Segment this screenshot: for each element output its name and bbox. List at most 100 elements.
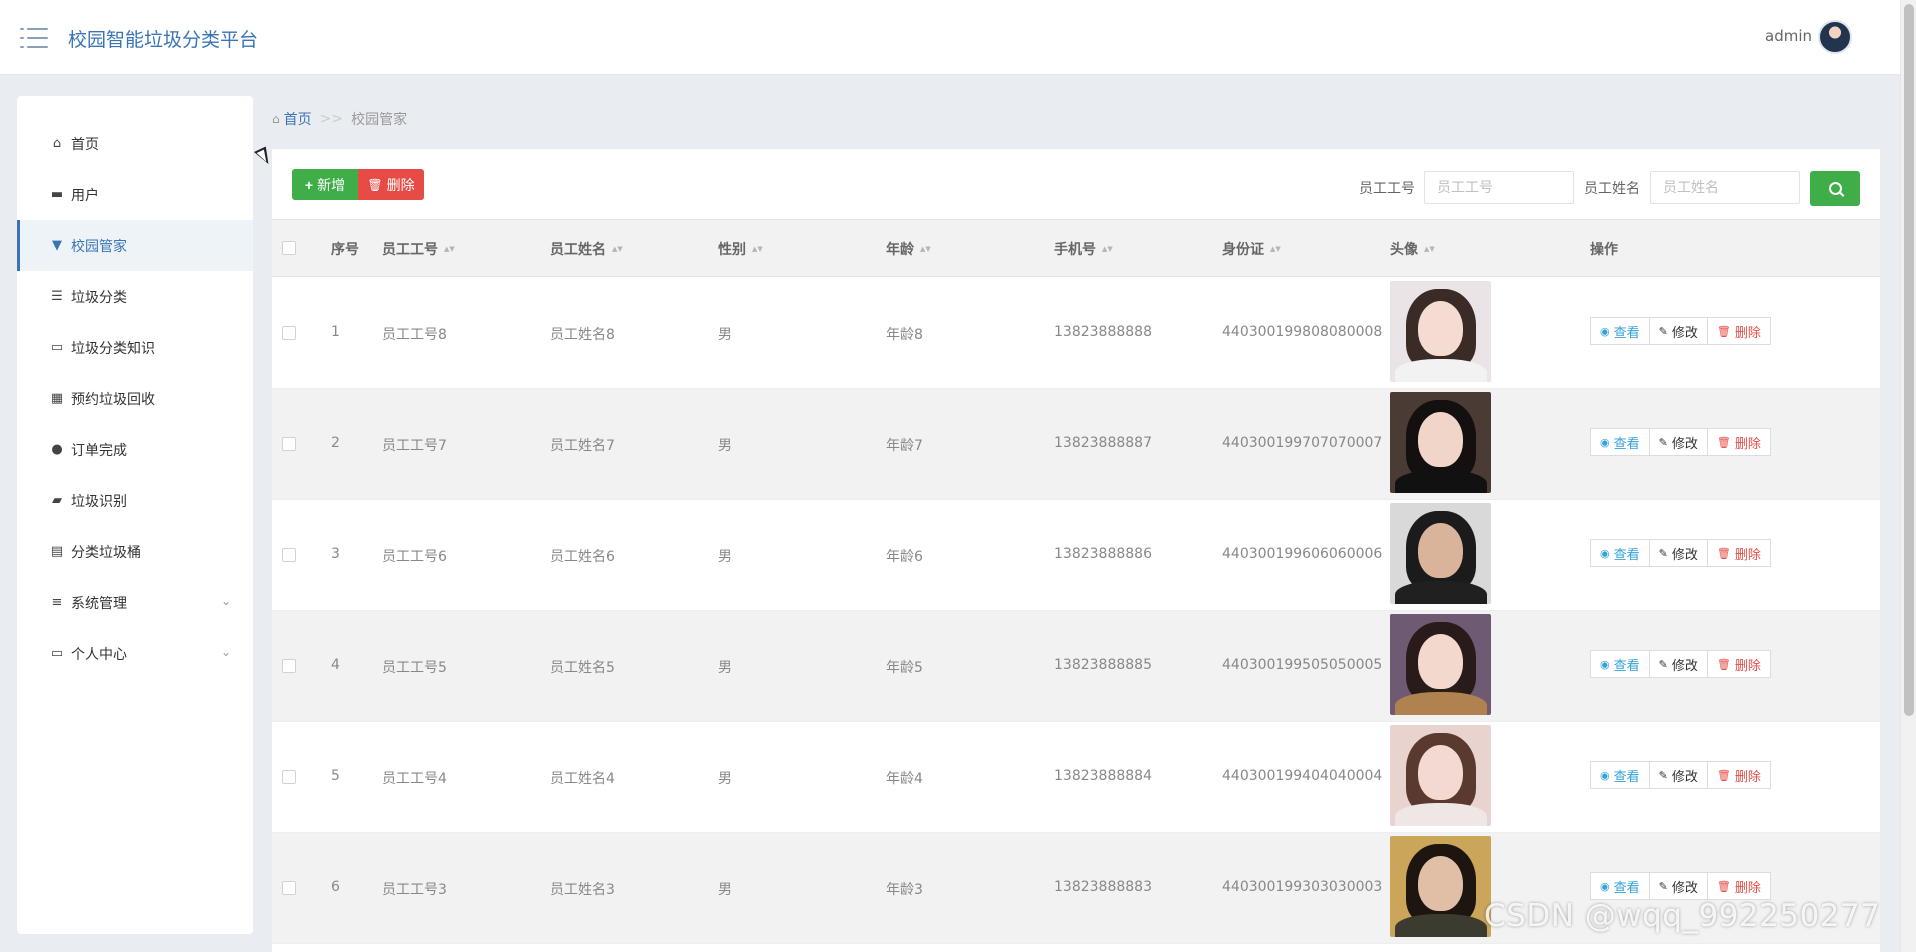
view-button[interactable]: ◉ 查看 xyxy=(1590,317,1650,345)
sidebar-item-2[interactable]: ▼ 校园管家 xyxy=(17,220,253,271)
sidebar-item-3[interactable]: ☰ 垃圾分类 xyxy=(17,271,253,322)
edit-button[interactable]: ✎ 修改 xyxy=(1648,761,1708,789)
filter-id-input[interactable] xyxy=(1424,171,1574,204)
delete-button[interactable]: 🗑 删除 xyxy=(1706,317,1771,345)
batch-delete-button[interactable]: 🗑 删除 xyxy=(358,169,424,200)
search-icon xyxy=(1828,182,1842,195)
sort-icon[interactable]: ▲▼ xyxy=(920,245,931,253)
page-scrollbar[interactable] xyxy=(1900,0,1916,952)
delete-button[interactable]: 🗑 删除 xyxy=(1706,539,1771,567)
row-checkbox[interactable] xyxy=(282,770,296,784)
sort-icon[interactable]: ▲▼ xyxy=(1424,245,1435,253)
cell-name: 员工姓名8 xyxy=(550,327,615,343)
cell-gender: 男 xyxy=(718,882,732,898)
column-emp-id[interactable]: 员工工号 ▲▼ xyxy=(382,239,455,259)
avatar-photo[interactable] xyxy=(1390,725,1491,826)
view-button[interactable]: ◉ 查看 xyxy=(1590,872,1650,900)
row-checkbox[interactable] xyxy=(282,548,296,562)
sidebar-item-9[interactable]: ≡ 系统管理 ⌄ xyxy=(17,577,253,628)
table-row[interactable]: 1 员工工号8 员工姓名8 男 年龄8 13823888888 44030019980808… xyxy=(272,278,1880,389)
column-photo[interactable]: 头像 ▲▼ xyxy=(1390,239,1435,259)
delete-button[interactable]: 🗑 删除 xyxy=(1706,650,1771,678)
table-row[interactable]: 4 员工工号5 员工姓名5 男 年龄5 13823888885 44030019950505… xyxy=(272,611,1880,722)
delete-button-label: 删除 xyxy=(386,176,415,193)
view-button[interactable]: ◉ 查看 xyxy=(1590,539,1650,567)
sort-icon[interactable]: ▲▼ xyxy=(752,245,763,253)
column-phone[interactable]: 手机号 ▲▼ xyxy=(1054,239,1113,259)
row-checkbox[interactable] xyxy=(282,437,296,451)
row-checkbox[interactable] xyxy=(282,326,296,340)
column-name[interactable]: 员工姓名 ▲▼ xyxy=(550,239,623,259)
sort-icon[interactable]: ▲▼ xyxy=(444,245,455,253)
avatar-photo[interactable] xyxy=(1390,281,1491,382)
scrollbar-thumb[interactable] xyxy=(1904,4,1914,716)
select-all-checkbox[interactable] xyxy=(282,241,296,255)
edit-button[interactable]: ✎ 修改 xyxy=(1648,872,1708,900)
edit-button[interactable]: ✎ 修改 xyxy=(1648,428,1708,456)
edit-button[interactable]: ✎ 修改 xyxy=(1648,539,1708,567)
grid-icon: ▦ xyxy=(50,391,64,406)
view-button[interactable]: ◉ 查看 xyxy=(1590,428,1650,456)
cell-age: 年龄7 xyxy=(886,438,923,454)
breadcrumb-home[interactable]: 首页 xyxy=(284,109,312,129)
avatar-photo[interactable] xyxy=(1390,614,1491,715)
row-actions: ◉ 查看 ✎ 修改 🗑 删除 xyxy=(1590,317,1771,345)
table-row[interactable]: 2 员工工号7 员工姓名7 男 年龄7 13823888887 44030019970707… xyxy=(272,389,1880,500)
sidebar-item-7[interactable]: ▰ 垃圾识别 xyxy=(17,475,253,526)
delete-button[interactable]: 🗑 删除 xyxy=(1706,872,1771,900)
cell-gender: 男 xyxy=(718,438,732,454)
avatar-photo[interactable] xyxy=(1390,836,1491,937)
column-gender[interactable]: 性别 ▲▼ xyxy=(718,239,763,259)
sort-icon[interactable]: ▲▼ xyxy=(612,245,623,253)
sidebar-item-8[interactable]: ▤ 分类垃圾桶 xyxy=(17,526,253,577)
table-row[interactable]: 3 员工工号6 员工姓名6 男 年龄6 13823888886 44030019960606… xyxy=(272,500,1880,611)
row-checkbox[interactable] xyxy=(282,659,296,673)
cell-age: 年龄5 xyxy=(886,660,923,676)
edit-button[interactable]: ✎ 修改 xyxy=(1648,317,1708,345)
search-button[interactable] xyxy=(1810,171,1860,206)
chevron-down-icon[interactable]: ⌄ xyxy=(221,594,231,608)
ticket-icon: ▰ xyxy=(52,493,62,508)
trash-icon: 🗑 xyxy=(367,177,383,192)
user-name[interactable]: admin xyxy=(1765,27,1812,45)
eye-icon: ◉ xyxy=(1600,879,1610,893)
column-age[interactable]: 年龄 ▲▼ xyxy=(886,239,931,259)
edit-button-label: 修改 xyxy=(1671,769,1698,785)
avatar-photo[interactable] xyxy=(1390,392,1491,493)
card-icon: ▭ xyxy=(50,646,64,661)
delete-button-label: 删除 xyxy=(1734,769,1761,785)
edit-button[interactable]: ✎ 修改 xyxy=(1648,650,1708,678)
watermark: CSDN @wqq_992250277 xyxy=(1484,898,1881,934)
view-button[interactable]: ◉ 查看 xyxy=(1590,650,1650,678)
delete-button[interactable]: 🗑 删除 xyxy=(1706,428,1771,456)
sidebar-item-4[interactable]: ▭ 垃圾分类知识 xyxy=(17,322,253,373)
cell-index: 3 xyxy=(331,546,340,562)
sort-icon[interactable]: ▲▼ xyxy=(1270,245,1281,253)
cell-id-card: 440300199606060006 xyxy=(1222,546,1383,562)
column-emp-id-label: 员工工号 xyxy=(382,242,438,258)
sidebar-item-10[interactable]: ▭ 个人中心 ⌄ xyxy=(17,628,253,679)
user-avatar[interactable] xyxy=(1818,20,1852,54)
chevron-down-icon[interactable]: ⌄ xyxy=(221,645,231,659)
sidebar-item-label: 分类垃圾桶 xyxy=(71,544,141,561)
sidebar-item-6[interactable]: ● 订单完成 xyxy=(17,424,253,475)
sidebar-item-1[interactable]: ▬ 用户 xyxy=(17,169,253,220)
row-checkbox[interactable] xyxy=(282,881,296,895)
avatar-photo[interactable] xyxy=(1390,503,1491,604)
sort-icon[interactable]: ▲▼ xyxy=(1102,245,1113,253)
cell-gender: 男 xyxy=(718,327,732,343)
cell-gender: 男 xyxy=(718,660,732,676)
delete-button[interactable]: 🗑 删除 xyxy=(1706,761,1771,789)
breadcrumb-separator: >> xyxy=(319,111,344,127)
filter-name-input[interactable] xyxy=(1650,171,1800,204)
column-id-card[interactable]: 身份证 ▲▼ xyxy=(1222,239,1281,259)
cell-age: 年龄4 xyxy=(886,771,923,787)
hamburger-icon[interactable] xyxy=(20,27,48,49)
trash-icon: 🗑 xyxy=(1716,768,1731,782)
add-button[interactable]: + 新增 xyxy=(292,169,358,200)
cell-phone: 13823888888 xyxy=(1054,324,1152,340)
view-button[interactable]: ◉ 查看 xyxy=(1590,761,1650,789)
sidebar-item-0[interactable]: ⌂ 首页 xyxy=(17,118,253,169)
sidebar-item-5[interactable]: ▦ 预约垃圾回收 xyxy=(17,373,253,424)
table-row[interactable]: 5 员工工号4 员工姓名4 男 年龄4 13823888884 44030019940404… xyxy=(272,722,1880,833)
